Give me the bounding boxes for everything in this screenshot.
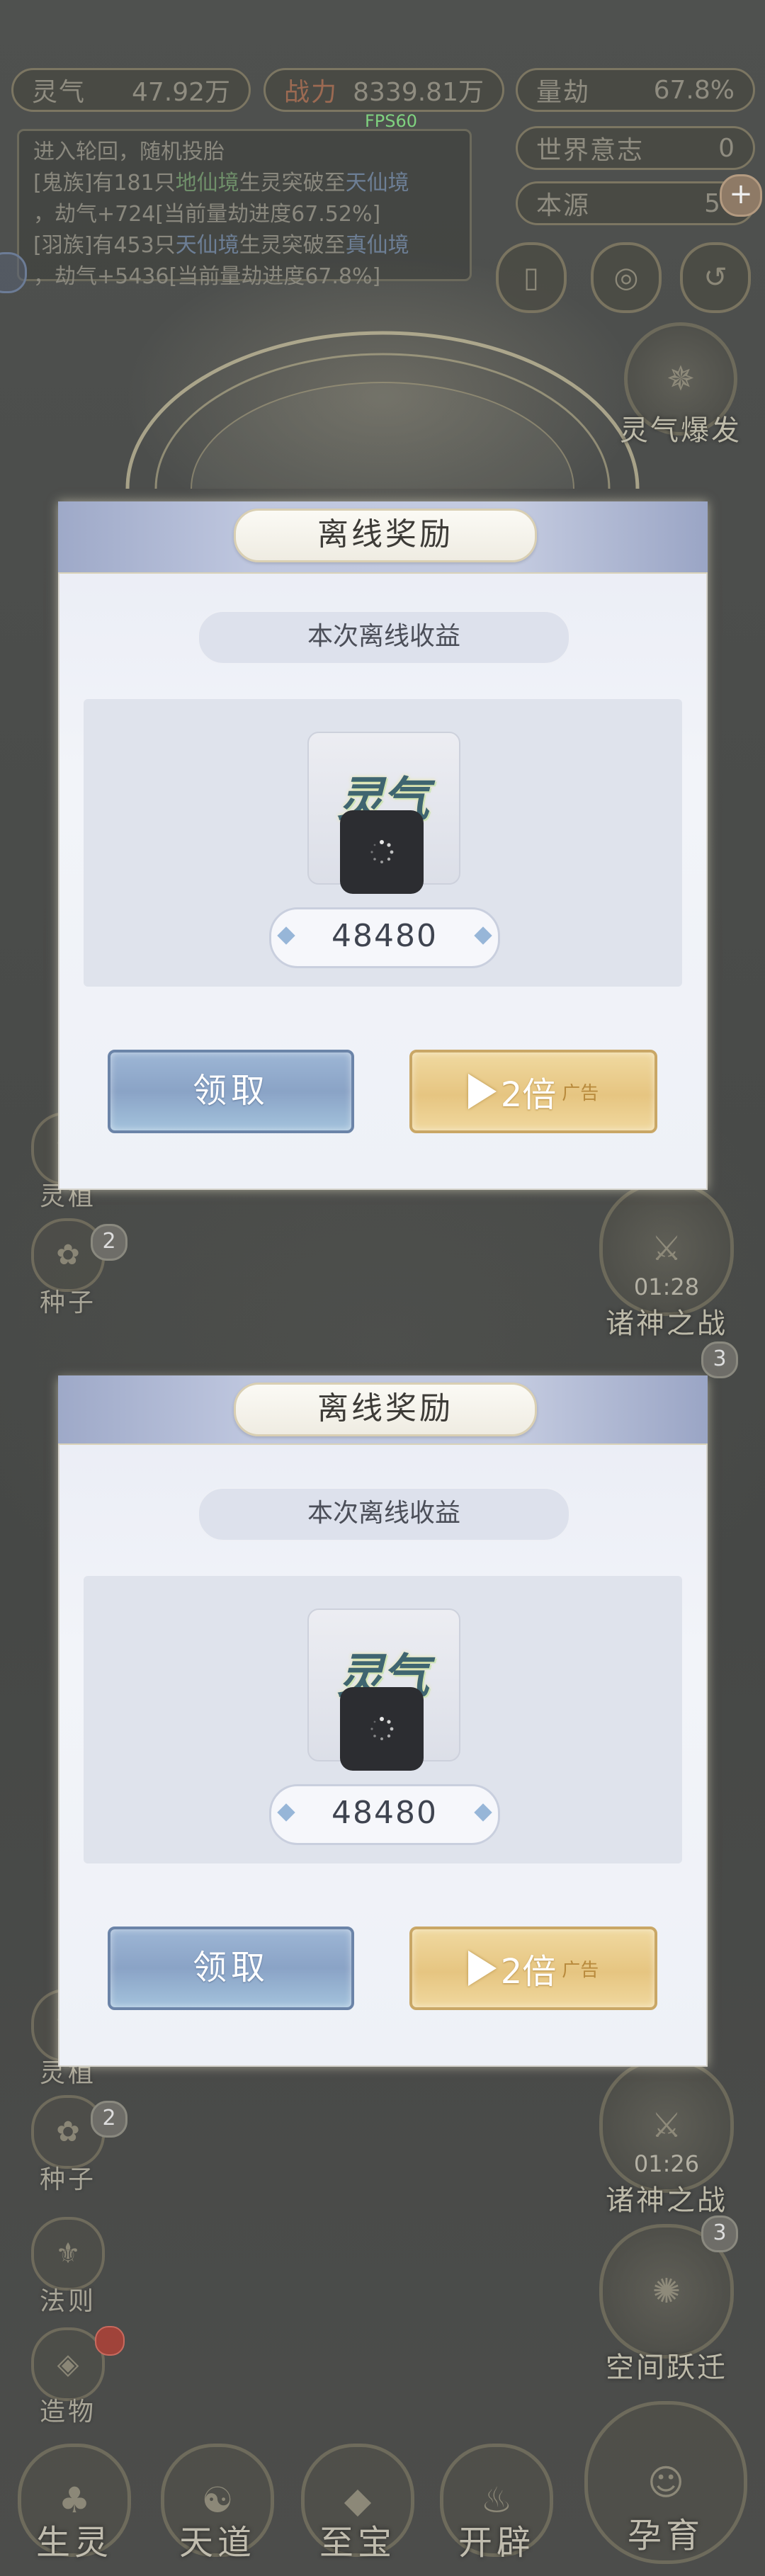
liangjie-value: 67.8% [653,75,735,105]
liangjie-label: 量劫 [536,78,591,107]
log-entry-2: [羽族]有453只天仙境生灵突破至真仙境 [33,230,455,261]
battle-timer: 01:26 [633,2150,700,2177]
zhongzi-badge: 2 [91,1224,128,1261]
fps-counter: FPS60 [365,111,418,131]
log-text: 生灵突破至 [239,171,346,195]
tab-zhibao[interactable]: ◆ 至宝 [298,2444,418,2571]
log-text: 有181只 [92,171,176,195]
event-log: 进入轮回，随机投胎 [鬼族]有181只地仙境生灵突破至天仙境 ，劫气+724[当… [17,129,472,289]
tab-label: 生灵 [35,2523,113,2563]
reward-amount: 48480 [269,1784,500,1845]
menu-faze-label: 法则 [39,2287,96,2316]
offline-reward-dialog: 离线奖励 本次离线收益 灵气 48480 领取 2倍 广告 [58,501,708,1190]
tab-label: 至宝 [319,2523,396,2563]
liangjie-stat[interactable]: 量劫 67.8% [516,68,755,112]
offline-reward-dialog-2: 离线奖励 本次离线收益 灵气 48480 领取 2倍 广告 [58,1375,708,2067]
play-video-icon [468,1951,497,1986]
creation-icon: ◈ [31,2327,105,2401]
space-badge: 3 [701,2215,738,2252]
ad-label: 广告 [562,1082,599,1104]
log-realm: 天仙境 [175,233,239,258]
zhongzi-badge: 2 [91,2101,128,2138]
tab-shengling[interactable]: ♣ 生灵 [14,2444,135,2571]
lingqi-value: 47.92万 [131,78,230,107]
space-badge: 3 [701,1341,738,1378]
log-intro: 进入轮回，随机投胎 [33,140,225,164]
loading-spinner-icon [340,1687,424,1771]
tab-tiandao[interactable]: ☯ 天道 [157,2444,278,2571]
tab-yunyu[interactable]: ☺ 孕育 [581,2401,751,2571]
scroll-icon[interactable]: ▯ [496,242,567,313]
log-text: 有453只 [92,233,176,258]
dialog-subtitle: 本次离线收益 [198,611,570,664]
double-reward-ad-button[interactable]: 2倍 广告 [409,1050,657,1133]
battle-label: 诸神之战 [606,2184,727,2217]
dialog-title: 离线奖励 [234,509,537,562]
benyuan-value: 5 [704,188,720,218]
tab-label: 孕育 [627,2516,704,2555]
burst-label: 灵气爆发 [620,414,742,447]
log-realm: 天仙境 [345,171,409,195]
menu-faze[interactable]: ⚜ 法则 [27,2217,109,2323]
double-reward-ad-button[interactable]: 2倍 广告 [409,1927,657,2010]
tab-kaipi[interactable]: ♨ 开辟 [436,2444,557,2571]
battle-button-2[interactable]: ⚔ 01:26 诸神之战 [592,2058,741,2218]
swirl-icon[interactable]: ↺ [680,242,751,313]
dialog-title: 离线奖励 [234,1383,537,1436]
cycle-icon[interactable]: ◎ [591,242,662,313]
diamond-left-icon [277,1803,295,1822]
world-will-value: 0 [718,133,735,163]
menu-zhongzi-label: 种子 [39,2165,96,2194]
log-realm: 地仙境 [175,171,239,195]
reward-amount: 48480 [269,907,500,968]
reward-amount-value: 48480 [332,1795,438,1831]
zhanli-label: 战力 [284,78,339,107]
diamond-left-icon [277,926,295,945]
double-label: 2倍 [500,1952,557,1992]
log-entry-2-tail: ，劫气+5436[当前量劫进度67.8%] [33,264,381,289]
battle-timer: 01:28 [633,1273,700,1300]
add-benyuan-button[interactable]: + [720,174,762,217]
claim-button[interactable]: 领取 [108,1050,354,1133]
law-icon: ⚜ [31,2217,105,2291]
benyuan-label: 本源 [536,191,591,220]
menu-zaowu-label: 造物 [39,2398,96,2427]
zhanli-value: 8339.81万 [353,78,484,107]
claim-button[interactable]: 领取 [108,1927,354,2010]
menu-zhongzi-label: 种子 [39,1288,96,1317]
lingqi-stat: 灵气 47.92万 [11,68,251,112]
constellation-arc [125,331,640,489]
zaowu-alert-dot [95,2326,125,2356]
log-entry-1-tail: ，劫气+724[当前量劫进度67.52%] [33,202,381,227]
world-will-label: 世界意志 [536,136,645,165]
log-race: [鬼族] [33,171,93,195]
dialog-subtitle: 本次离线收益 [198,1487,570,1541]
log-realm: 真仙境 [345,233,409,258]
reward-amount-value: 48480 [332,918,438,954]
diamond-right-icon [474,1803,492,1822]
world-will-stat[interactable]: 世界意志 0 [516,126,755,170]
log-text: 生灵突破至 [239,233,346,258]
lingqi-label: 灵气 [32,78,86,107]
space-label: 空间跃迁 [606,2351,727,2384]
benyuan-stat[interactable]: 本源 5 [516,181,755,225]
play-video-icon [468,1074,497,1109]
loading-spinner-icon [340,810,424,894]
log-race: [羽族] [33,233,93,258]
tab-label: 开辟 [458,2523,535,2563]
zhanli-stat: 战力 8339.81万 [264,68,504,112]
ad-label: 广告 [562,1959,599,1981]
lingqi-burst-button[interactable]: ✵ 灵气爆发 [606,322,755,448]
tab-label: 天道 [178,2523,256,2563]
battle-label: 诸神之战 [606,1307,727,1340]
log-entry-1: [鬼族]有181只地仙境生灵突破至天仙境 [33,168,455,199]
diamond-right-icon [474,926,492,945]
battle-button[interactable]: ⚔ 01:28 诸神之战 [592,1181,741,1341]
double-label: 2倍 [500,1075,557,1115]
